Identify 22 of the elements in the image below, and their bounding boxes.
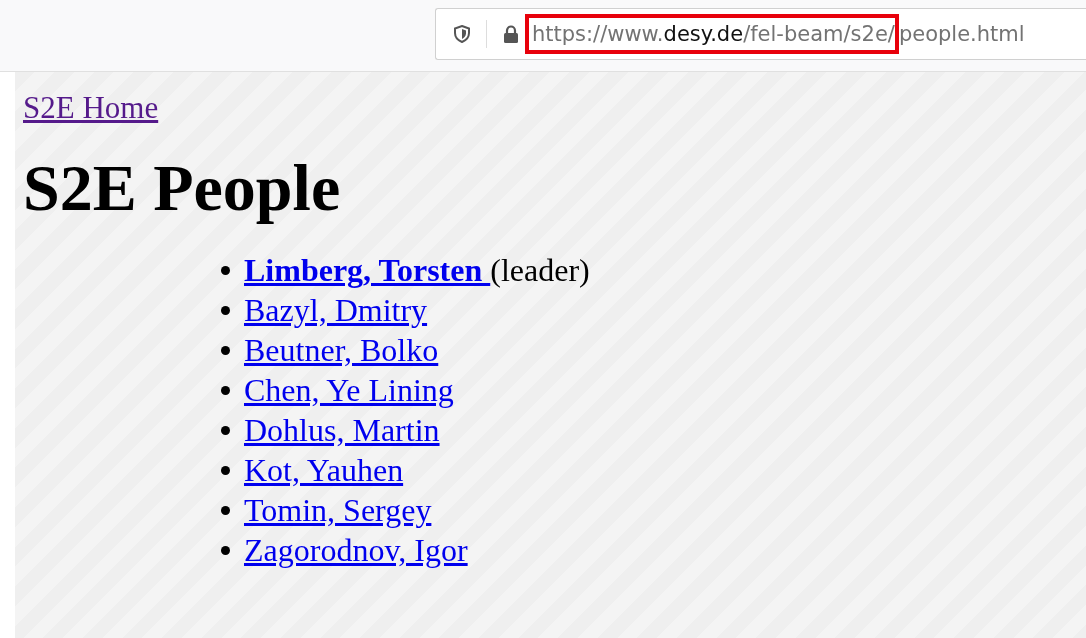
bullet-icon bbox=[221, 266, 230, 276]
person-link[interactable]: Tomin, Sergey bbox=[244, 492, 432, 530]
lock-icon bbox=[503, 25, 519, 43]
person-link[interactable]: Bazyl, Dmitry bbox=[244, 292, 428, 330]
bullet-icon bbox=[221, 426, 230, 436]
role-note: (leader) bbox=[490, 252, 590, 290]
bullet-icon bbox=[221, 546, 230, 556]
page-heading: S2E People bbox=[23, 152, 342, 225]
person-link[interactable]: Kot, Yauhen bbox=[244, 452, 404, 490]
person-link[interactable]: Limberg, Torsten bbox=[244, 252, 491, 290]
bullet-icon bbox=[221, 386, 230, 396]
bullet-icon bbox=[221, 466, 230, 476]
home-link[interactable]: S2E Home bbox=[23, 90, 159, 125]
bullet-icon bbox=[221, 506, 230, 516]
person-link[interactable]: Zagorodnov, Igor bbox=[244, 532, 468, 570]
bullet-icon bbox=[221, 306, 230, 316]
person-link[interactable]: Chen, Ye Lining bbox=[244, 372, 454, 410]
shield-icon[interactable] bbox=[454, 25, 470, 43]
person-link[interactable]: Beutner, Bolko bbox=[244, 332, 439, 370]
bullet-icon bbox=[221, 346, 230, 356]
person-link[interactable]: Dohlus, Martin bbox=[244, 412, 440, 450]
address-bar[interactable]: https://www.desy.de/fel-beam/s2e/ people.html bbox=[435, 8, 1086, 60]
